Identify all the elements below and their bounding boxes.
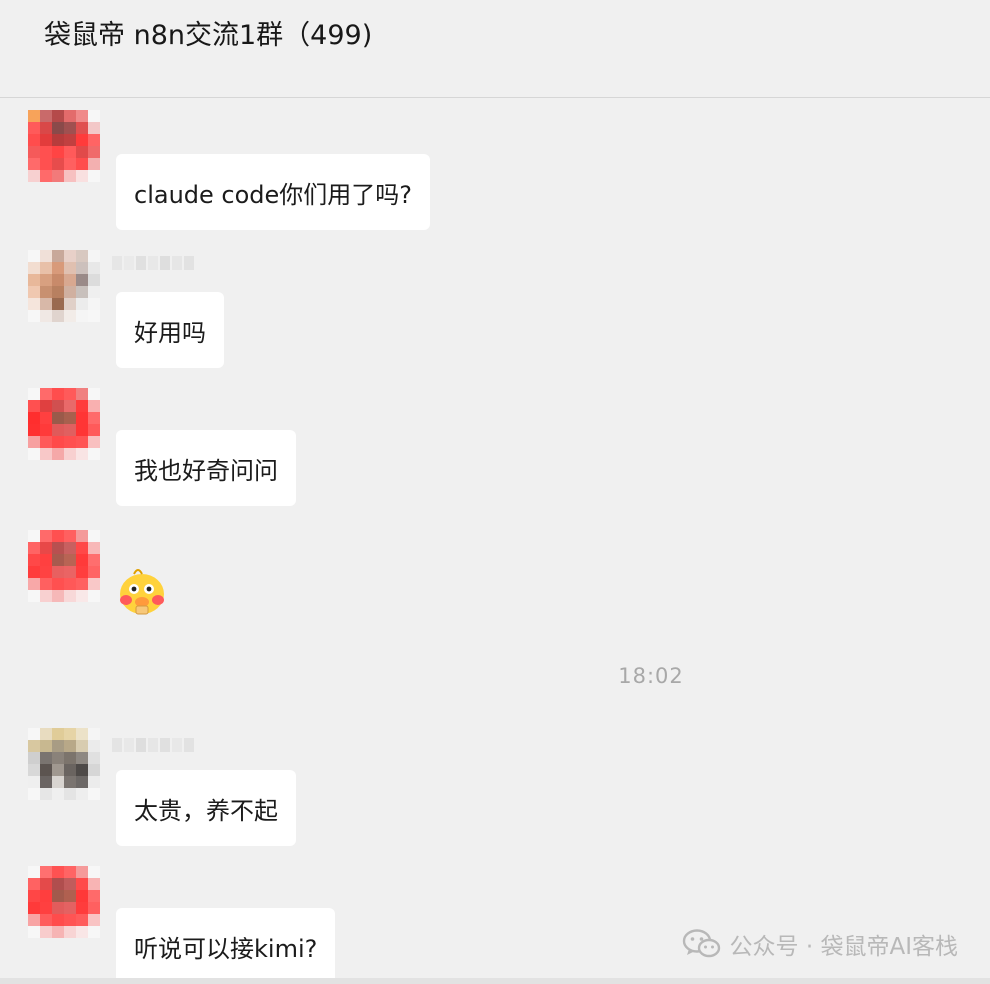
avatar[interactable] <box>28 728 100 800</box>
message-text: claude code你们用了吗? <box>134 180 413 209</box>
message-bubble[interactable]: 听说可以接kimi? <box>116 908 336 984</box>
sender-name <box>112 738 194 754</box>
message-text: 太贵，养不起 <box>134 796 278 825</box>
avatar[interactable] <box>28 530 100 602</box>
wechat-icon <box>682 929 720 958</box>
message-bubble[interactable]: 太贵，养不起 <box>116 770 296 846</box>
timestamp: 18:02 <box>618 664 684 688</box>
chat-header: 袋鼠帝 n8n交流1群（499) <box>0 0 990 98</box>
bottom-divider <box>0 978 990 984</box>
message-bubble[interactable]: claude code你们用了吗? <box>116 154 431 230</box>
avatar[interactable] <box>28 250 100 322</box>
message-bubble[interactable]: 我也好奇问问 <box>116 430 296 506</box>
duck-sticker[interactable] <box>116 562 168 616</box>
sender-name <box>112 256 194 272</box>
avatar[interactable] <box>28 110 100 182</box>
message-text: 好用吗 <box>134 318 206 347</box>
watermark-text: 公众号 · 袋鼠帝AI客栈 <box>729 934 958 960</box>
chat-title: 袋鼠帝 n8n交流1群（499) <box>44 20 373 51</box>
avatar[interactable] <box>28 866 100 938</box>
message-bubble[interactable]: 好用吗 <box>116 292 224 368</box>
message-text: 我也好奇问问 <box>134 456 278 485</box>
watermark: 公众号 · 袋鼠帝AI客栈 <box>682 926 958 962</box>
avatar[interactable] <box>28 388 100 460</box>
message-text: 听说可以接kimi? <box>134 934 318 963</box>
